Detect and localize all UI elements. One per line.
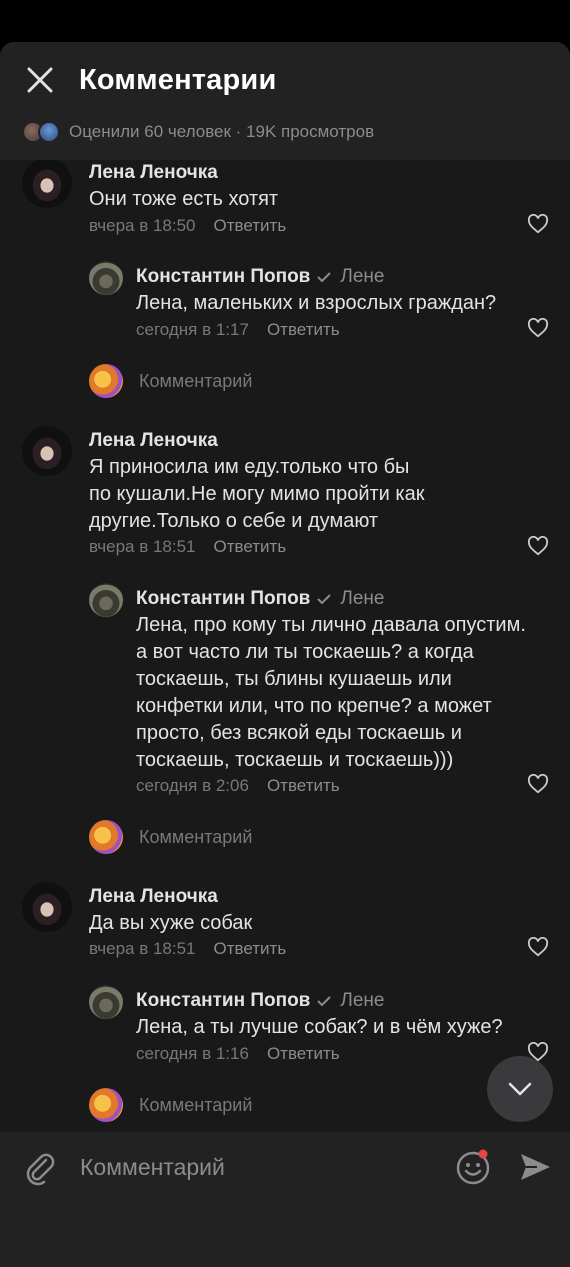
avatar[interactable] — [89, 583, 123, 617]
comment-meta: вчера в 18:51 Ответить — [89, 939, 286, 959]
avatar — [89, 1088, 123, 1122]
reply-author[interactable]: Константин Попов Лене — [136, 266, 384, 288]
reply-meta: сегодня в 1:17 Ответить — [136, 320, 340, 340]
comment-text: Они тоже есть хотят — [89, 188, 279, 210]
comment-time: вчера в 18:51 — [89, 939, 196, 958]
comment-author[interactable]: Лена Леночка — [89, 886, 218, 908]
reply-text: Лена, про кому ты лично давала опустим. … — [136, 612, 526, 774]
heart-icon[interactable] — [527, 536, 549, 556]
heart-icon[interactable] — [527, 774, 549, 794]
reply-text-line: тоскаешь, ты блины кушаешь или — [136, 668, 452, 690]
likes-summary-text: Оценили 60 человек · 19K просмотров — [69, 122, 375, 141]
likes-summary[interactable]: Оценили 60 человек · 19K просмотров — [22, 121, 374, 143]
heart-icon[interactable] — [527, 214, 549, 234]
comment-text: Я приносила им еду.только что бы по куша… — [89, 454, 424, 535]
comment-text-line: другие.Только о себе и думают — [89, 510, 379, 532]
check-icon — [317, 272, 332, 283]
close-button[interactable] — [22, 62, 58, 98]
reply-author-name: Константин Попов — [136, 266, 311, 287]
write-comment[interactable]: Комментарий — [139, 827, 252, 848]
reply-author[interactable]: Константин Попов Лене — [136, 990, 384, 1012]
comment-text-line: Я приносила им еду.только что бы — [89, 456, 410, 478]
comment-author[interactable]: Лена Леночка — [89, 162, 218, 184]
smile-icon[interactable] — [455, 1149, 491, 1185]
liker-avatar — [38, 121, 60, 143]
heart-icon[interactable] — [527, 318, 549, 338]
reply-meta: сегодня в 1:16 Ответить — [136, 1044, 340, 1064]
write-comment[interactable]: Комментарий — [139, 371, 252, 392]
paperclip-icon[interactable] — [22, 1150, 58, 1186]
avatar[interactable] — [22, 160, 72, 208]
reply-to[interactable]: Лене — [340, 990, 384, 1011]
avatar[interactable] — [22, 426, 72, 476]
reply-text-line: тоскаешь, тоскаешь и тоскаешь))) — [136, 749, 454, 771]
check-icon — [317, 594, 332, 605]
reply-link[interactable]: Ответить — [267, 776, 340, 795]
comment-meta: вчера в 18:50 Ответить — [89, 216, 286, 236]
avatar[interactable] — [22, 882, 72, 932]
sheet-header: Комментарии Оценили 60 человек · 19K про… — [0, 42, 570, 160]
avatar[interactable] — [89, 261, 123, 295]
reply-text: Лена, маленьких и взрослых граждан? — [136, 292, 497, 314]
reply-text-line: просто, без всякой еды тоскаешь и — [136, 722, 462, 744]
reply-time: сегодня в 2:06 — [136, 776, 249, 795]
close-icon — [27, 67, 53, 93]
reply-link[interactable]: Ответить — [214, 939, 287, 958]
reply-text: Лена, а ты лучше собак? и в чём хуже? — [136, 1016, 503, 1038]
comments-sheet: Комментарии Оценили 60 человек · 19K про… — [0, 42, 570, 1267]
comment-meta: вчера в 18:51 Ответить — [89, 537, 286, 557]
reply-text-line: а вот часто ли ты тоскаешь? а когда — [136, 641, 474, 663]
comment-text: Да вы хуже собак — [89, 912, 253, 934]
reply-text-line: Лена, про кому ты лично давала опустим. — [136, 614, 526, 636]
reply-to[interactable]: Лене — [340, 266, 384, 287]
page-title: Комментарии — [79, 64, 277, 96]
send-icon[interactable] — [517, 1149, 553, 1185]
comment-input[interactable]: Комментарий — [80, 1154, 225, 1181]
reply-author[interactable]: Константин Попов Лене — [136, 588, 384, 610]
comments-list[interactable]: Лена Леночка Они тоже есть хотят вчера в… — [0, 160, 570, 1132]
reply-link[interactable]: Ответить — [214, 537, 287, 556]
comment-time: вчера в 18:51 — [89, 537, 196, 556]
avatar — [89, 820, 123, 854]
comment-time: вчера в 18:50 — [89, 216, 196, 235]
avatar — [89, 364, 123, 398]
write-comment[interactable]: Комментарий — [139, 1095, 252, 1116]
reply-meta: сегодня в 2:06 Ответить — [136, 776, 340, 796]
reply-time: сегодня в 1:16 — [136, 1044, 249, 1063]
reply-to[interactable]: Лене — [340, 588, 384, 609]
reply-link[interactable]: Ответить — [214, 216, 287, 235]
reply-link[interactable]: Ответить — [267, 320, 340, 339]
check-icon — [317, 996, 332, 1007]
reply-time: сегодня в 1:17 — [136, 320, 249, 339]
reply-link[interactable]: Ответить — [267, 1044, 340, 1063]
avatar[interactable] — [89, 985, 123, 1019]
comment-author[interactable]: Лена Леночка — [89, 430, 218, 452]
heart-icon[interactable] — [527, 937, 549, 957]
comment-text-line: по кушали.Не могу мимо пройти как — [89, 483, 425, 505]
scroll-down-button[interactable] — [487, 1056, 553, 1122]
chevron-down-icon — [508, 1082, 532, 1096]
reply-text-line: конфетки или, что по крепче? а может — [136, 695, 492, 717]
comment-composer: Комментарий — [0, 1132, 570, 1267]
notification-dot — [478, 1149, 488, 1159]
reply-author-name: Константин Попов — [136, 990, 311, 1011]
reply-author-name: Константин Попов — [136, 588, 311, 609]
